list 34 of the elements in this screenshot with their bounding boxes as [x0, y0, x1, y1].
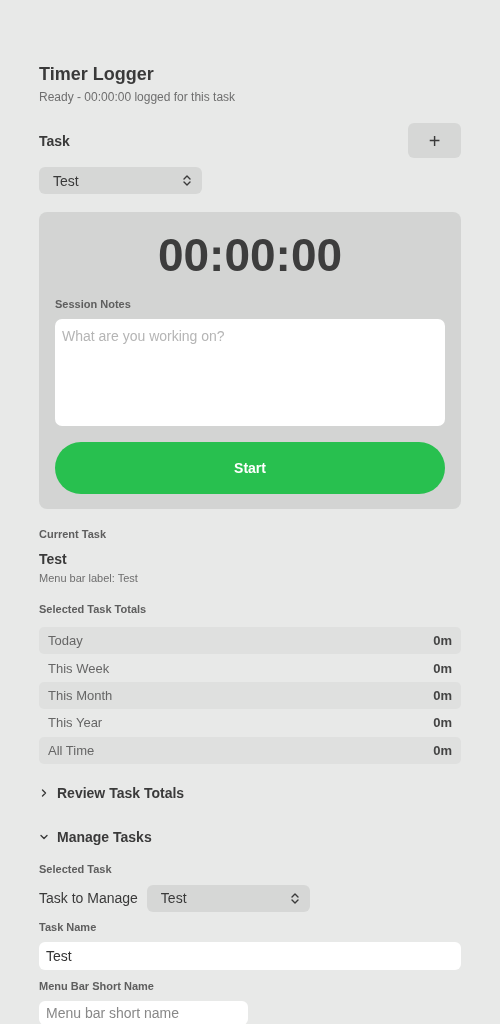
period-label: Today [48, 633, 83, 649]
updown-chevron-icon [289, 891, 300, 905]
task-name-label: Task Name [39, 920, 98, 934]
total-value: 0m [433, 742, 452, 758]
total-value: 0m [433, 715, 452, 731]
period-label: This Year [48, 715, 103, 731]
notes-label: Session Notes [55, 298, 132, 311]
updown-chevron-icon [182, 174, 192, 187]
section-toggle[interactable]: Manage Tasks [39, 828, 152, 846]
period-label: All Time [48, 742, 95, 758]
total-value: 0m [433, 660, 452, 676]
menu-bar-label: Menu bar label: Test [39, 572, 139, 585]
task-label: Task [39, 132, 70, 149]
status-text: Ready - 00:00:00 logged for this task [39, 90, 237, 105]
period-label: This Month [48, 687, 113, 703]
selected-task-heading: Selected Task [39, 862, 113, 876]
task-select[interactable]: Test [39, 167, 202, 194]
short-name-field[interactable]: Menu bar short name [39, 1000, 248, 1024]
total-value: 0m [433, 633, 452, 649]
period-label: This Week [48, 660, 110, 676]
add-task-button[interactable]: + [408, 123, 461, 158]
current-task-heading: Current Task [39, 528, 108, 541]
task-to-manage-label: Task to Manage [39, 890, 138, 907]
current-task-name: Test [39, 551, 68, 568]
task-to-manage-select[interactable]: Test [146, 884, 310, 912]
app-title: Timer Logger [39, 63, 155, 85]
section-toggle[interactable]: Review Task Totals [39, 784, 185, 802]
task-name-field[interactable]: Test [39, 941, 461, 970]
timer-display: 00:00:00 [156, 228, 344, 283]
short-name-label: Menu Bar Short Name [39, 979, 155, 993]
total-value: 0m [433, 687, 452, 703]
totals-heading: Selected Task Totals [39, 603, 148, 616]
chevron-right-icon [39, 788, 49, 799]
notes-field[interactable]: What are you working on? [55, 319, 445, 426]
